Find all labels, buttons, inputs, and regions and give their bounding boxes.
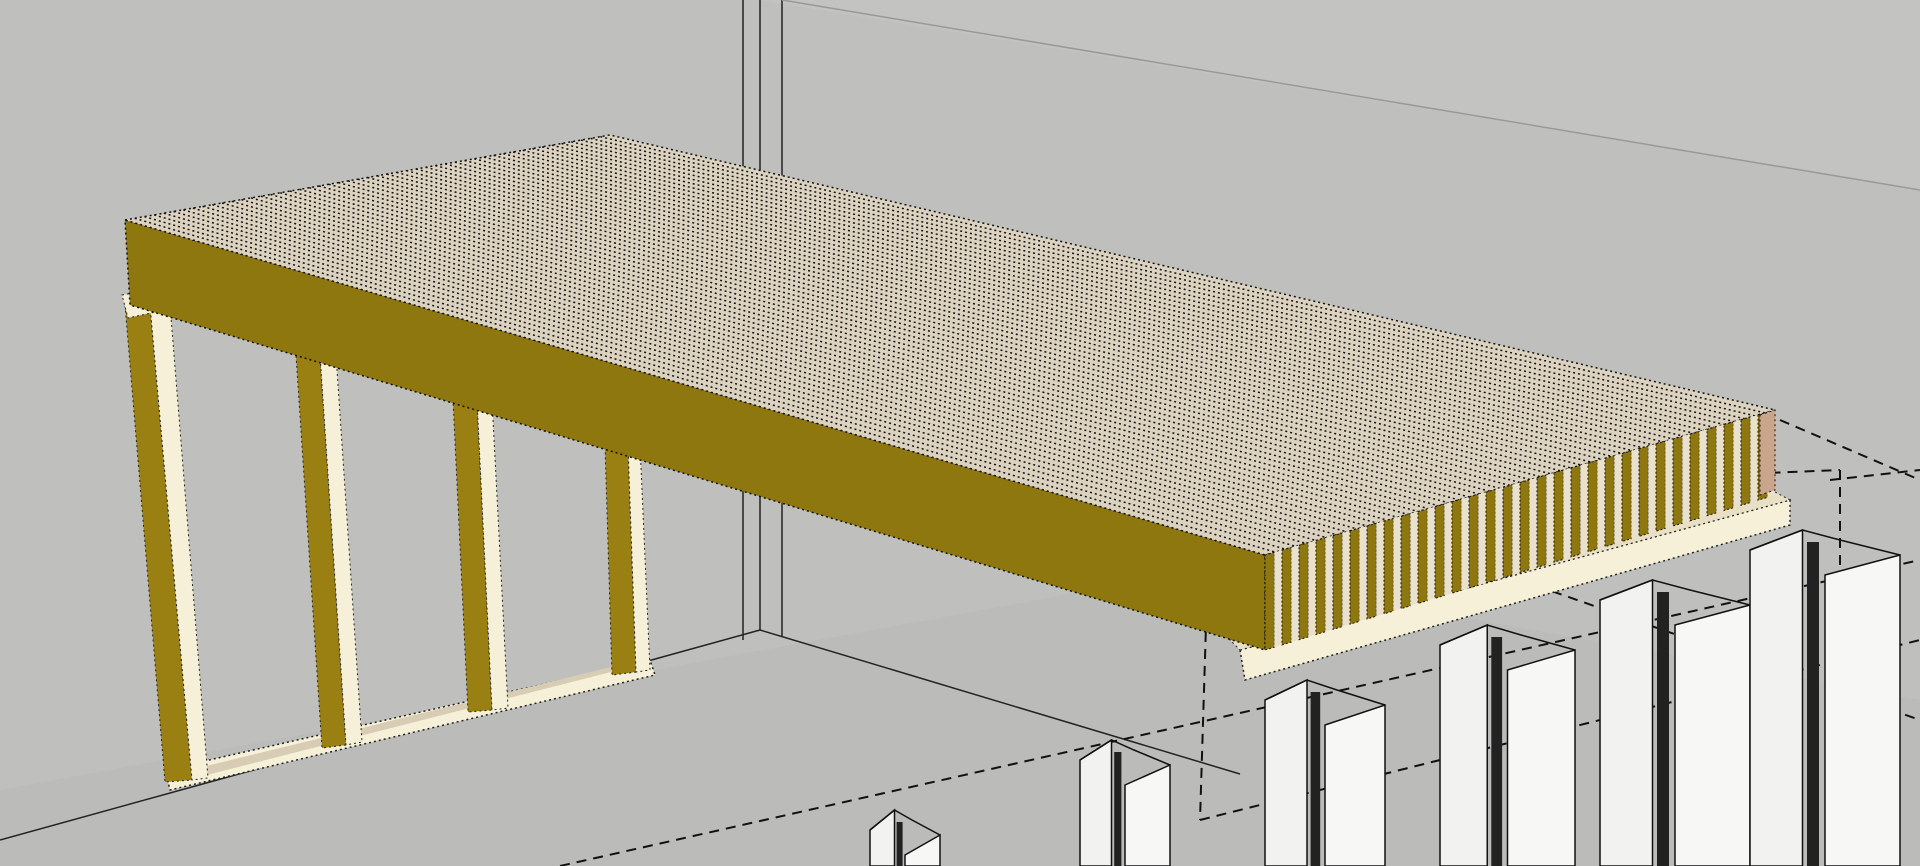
joist-end <box>1298 542 1309 641</box>
joist-gap <box>1699 429 1707 518</box>
post-web <box>896 822 903 866</box>
post-flange <box>1506 648 1576 866</box>
joist-end <box>1332 532 1343 631</box>
post-flange <box>1439 623 1488 866</box>
joist-end <box>1434 503 1445 600</box>
joist-gap <box>1682 434 1690 524</box>
post-flange <box>1079 738 1113 866</box>
post-flange <box>1674 604 1751 866</box>
joist-gap <box>1410 511 1418 606</box>
joist-gap <box>1512 482 1520 575</box>
joist-gap <box>1393 516 1401 611</box>
joist-end <box>1621 450 1632 543</box>
joist-end <box>1451 498 1462 594</box>
joist-end <box>1383 517 1394 615</box>
joist-end <box>1740 416 1751 507</box>
post-flange <box>1264 678 1308 866</box>
joist-gap <box>1461 497 1469 591</box>
joist-end <box>1366 522 1377 620</box>
joist-gap <box>1546 472 1554 565</box>
joist-end <box>1519 479 1530 574</box>
scene-canvas[interactable] <box>0 0 1920 866</box>
joist-end <box>1400 513 1411 610</box>
joist-end <box>1655 440 1666 532</box>
joist-gap <box>1529 477 1537 570</box>
joist-end <box>1638 445 1649 538</box>
joist-end <box>1281 546 1292 646</box>
joist-gap <box>1631 448 1639 539</box>
joist-end <box>1315 537 1326 636</box>
joist-gap <box>1580 463 1588 555</box>
joist-gap <box>1274 550 1282 648</box>
post-web <box>1310 692 1321 866</box>
joist-gap <box>1342 530 1350 627</box>
joist-gap <box>1750 414 1758 503</box>
joist-end <box>1264 551 1275 651</box>
joist-end <box>1417 508 1428 605</box>
joist-gap <box>1444 501 1452 596</box>
joist-gap <box>1733 419 1741 508</box>
joist-end <box>1706 426 1717 517</box>
joist-gap <box>1376 521 1384 617</box>
post-flange <box>1324 703 1386 866</box>
post-web <box>1807 542 1819 866</box>
joist-gap <box>1716 424 1724 513</box>
joist-end <box>1570 464 1581 558</box>
post-flange <box>1599 578 1654 866</box>
joist-gap <box>1614 453 1622 544</box>
joist-end <box>1485 488 1496 584</box>
joist-end <box>1468 493 1479 589</box>
post-web <box>1114 752 1122 866</box>
3d-viewport[interactable] <box>0 0 1920 866</box>
joist-gap <box>1597 458 1605 549</box>
joist-gap <box>1665 439 1673 529</box>
post-flange <box>1824 554 1901 866</box>
joist-gap <box>1359 526 1367 622</box>
joist-gap <box>1478 492 1486 586</box>
joist-end <box>1689 430 1700 522</box>
joist-gap <box>1495 487 1503 580</box>
joist-end <box>1502 484 1513 579</box>
steel-h-post[interactable] <box>1749 528 1901 866</box>
joist-end <box>1672 435 1683 527</box>
joist-gap <box>1563 468 1571 560</box>
joist-gap <box>1427 506 1435 601</box>
joist-end <box>1587 459 1598 553</box>
joist-gap <box>1325 535 1333 632</box>
end-cap <box>1759 409 1776 496</box>
steel-h-post[interactable] <box>1599 578 1751 866</box>
post-web <box>1657 592 1669 866</box>
joist-end <box>1553 469 1564 563</box>
joist-gap <box>1291 545 1299 642</box>
back-wall <box>0 0 1920 190</box>
joist-gap <box>1648 443 1656 534</box>
joist-end <box>1349 527 1360 625</box>
joist-end <box>1536 474 1547 569</box>
joist-gap <box>1308 540 1316 637</box>
joist-end <box>1723 421 1734 512</box>
post-flange <box>1749 528 1804 866</box>
post-web <box>1491 637 1503 866</box>
joist-end <box>1604 455 1615 548</box>
